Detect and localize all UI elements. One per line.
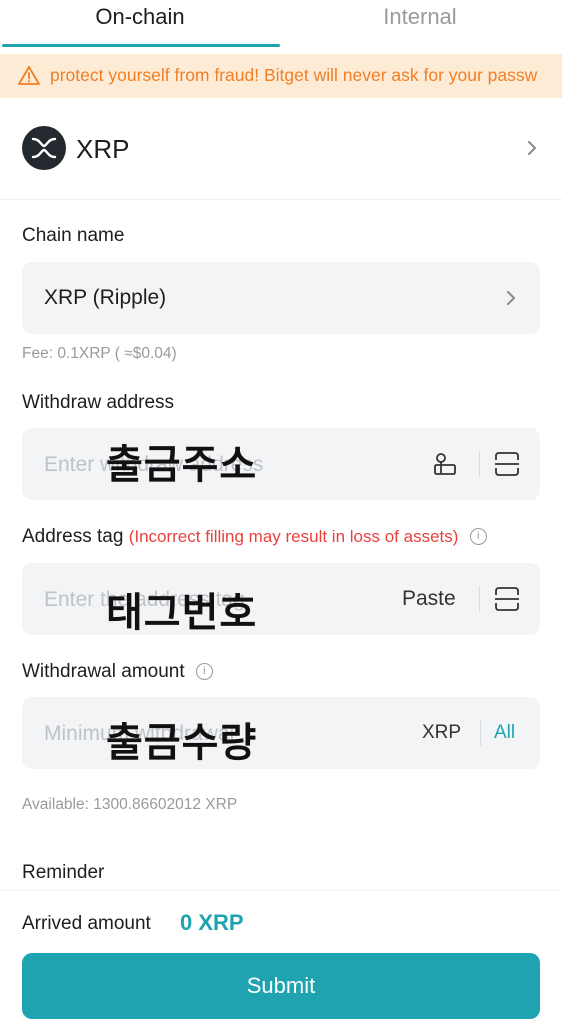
scan-icon[interactable] — [492, 584, 522, 614]
fee-note: Fee: 0.1XRP ( ≈$0.04) — [22, 345, 177, 362]
info-icon[interactable]: i — [469, 528, 487, 546]
arrived-amount-value: 0 XRP — [180, 910, 244, 935]
active-tab-indicator — [2, 44, 280, 47]
withdraw-address-input[interactable]: Enter withdraw address — [22, 428, 540, 500]
tab-on-chain[interactable]: On-chain — [0, 0, 280, 48]
paste-button[interactable]: Paste — [402, 587, 456, 611]
chain-name-label: Chain name — [22, 225, 125, 246]
divider — [480, 720, 481, 746]
tab-internal[interactable]: Internal — [280, 0, 560, 48]
withdrawal-amount-label: Withdrawal amount i — [22, 661, 213, 683]
address-tag-input[interactable]: Enter the address tag Paste — [22, 563, 540, 635]
withdrawal-amount-input[interactable]: Minimum withdrawal XRP All — [22, 697, 540, 769]
address-tag-label: Address tag (Incorrect filling may resul… — [22, 526, 487, 548]
arrived-amount-label: Arrived amount — [22, 913, 151, 934]
coin-name: XRP — [76, 134, 130, 164]
info-icon[interactable]: i — [195, 663, 213, 681]
warning-text: protect yourself from fraud! Bitget will… — [50, 65, 538, 85]
available-balance: Available: 1300.86602012 XRP — [22, 796, 238, 813]
tag-overlay-caption: 태그번호 — [106, 590, 258, 636]
address-tag-title: Address tag — [22, 526, 124, 547]
all-button[interactable]: All — [494, 722, 515, 744]
warning-triangle-icon — [18, 66, 40, 85]
amount-overlay-caption: 출금수량 — [106, 720, 258, 766]
xrp-logo-icon — [22, 126, 66, 170]
footer: Arrived amount 0 XRP Submit — [0, 890, 562, 1024]
reminder-heading: Reminder — [22, 862, 105, 883]
submit-button[interactable]: Submit — [22, 953, 540, 1019]
chevron-right-icon — [528, 141, 536, 155]
withdraw-address-label: Withdraw address — [22, 392, 175, 413]
chain-value: XRP (Ripple) — [44, 286, 167, 309]
amount-unit: XRP — [422, 722, 462, 743]
address-overlay-caption: 출금주소 — [106, 442, 258, 488]
fraud-warning-banner: protect yourself from fraud! Bitget will… — [0, 54, 562, 98]
tag-loss-warning: (Incorrect filling may result in loss of… — [128, 527, 459, 546]
amount-title: Withdrawal amount — [22, 661, 185, 682]
divider — [479, 451, 480, 477]
chain-select[interactable]: XRP (Ripple) — [22, 262, 540, 334]
scan-icon[interactable] — [492, 449, 522, 479]
divider — [479, 586, 480, 612]
tab-bar: On-chain Internal — [0, 0, 562, 48]
coin-selector[interactable]: XRP — [0, 100, 562, 200]
address-book-icon[interactable] — [430, 449, 460, 479]
chevron-right-icon — [507, 291, 515, 305]
